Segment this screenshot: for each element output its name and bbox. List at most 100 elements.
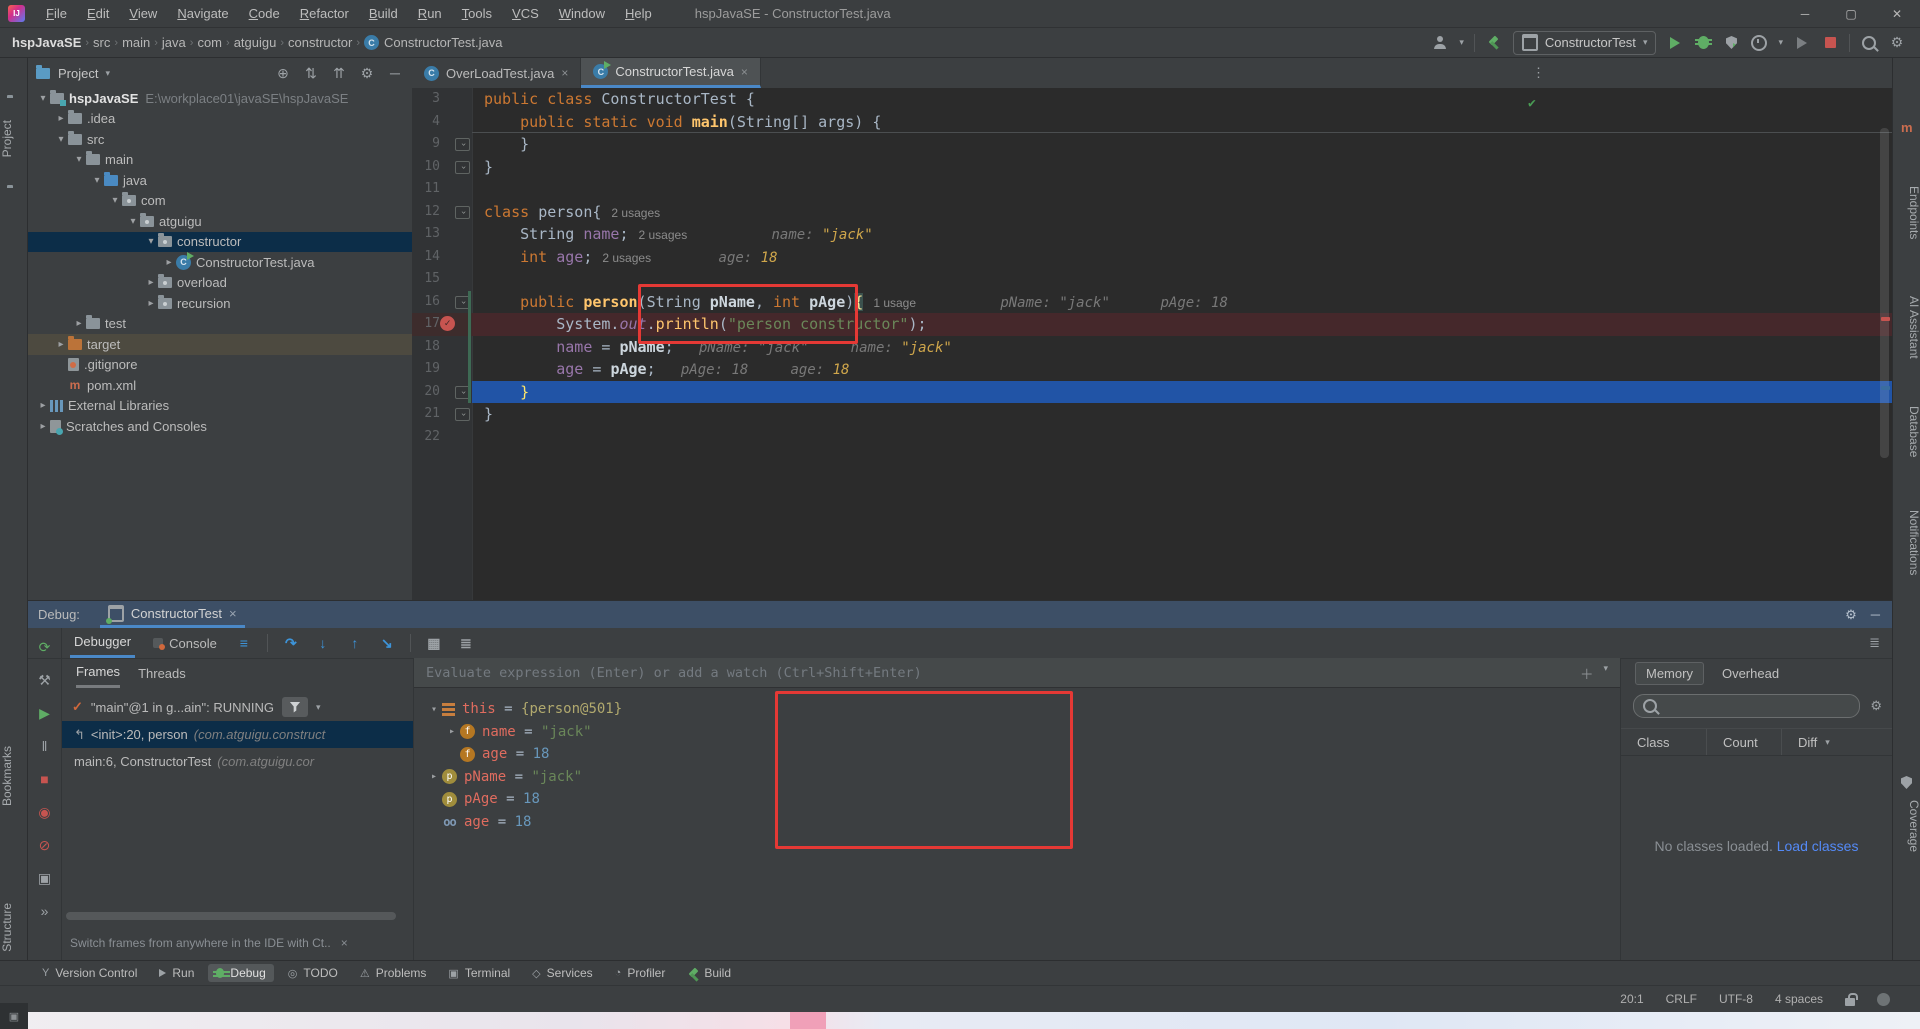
tree-item-external-libraries[interactable]: ▸External Libraries — [28, 396, 412, 417]
toolwindow-button-profiler[interactable]: ◔Profiler — [607, 964, 674, 982]
add-watch-icon[interactable]: ＋ — [1580, 663, 1594, 683]
chevron-closed-icon[interactable]: ▸ — [144, 298, 158, 309]
chevron-open-icon[interactable]: ▾ — [108, 195, 122, 206]
user-dropdown-icon[interactable]: ▾ — [1459, 37, 1464, 48]
menu-build[interactable]: Build — [360, 3, 407, 24]
gutter-cell[interactable]: 4 — [412, 111, 472, 134]
chevron-closed-icon[interactable]: ▸ — [444, 726, 460, 737]
memory-settings-gear-icon[interactable]: ⚙ — [1870, 698, 1882, 714]
evaluate-expression-icon[interactable]: ▦ — [425, 634, 443, 652]
chevron-closed-icon[interactable]: ▸ — [144, 277, 158, 288]
run-configuration-select[interactable]: ConstructorTest ▾ — [1513, 31, 1657, 55]
settings-icon[interactable]: ⚙ — [358, 64, 376, 82]
thread-dropdown-icon[interactable]: ▾ — [316, 702, 321, 713]
tree-item-test[interactable]: ▸test — [28, 314, 412, 335]
gutter-cell[interactable]: 18 — [412, 336, 472, 359]
breadcrumb-item[interactable]: constructor — [288, 35, 352, 50]
code-line-11[interactable]: 11 — [412, 178, 1892, 201]
rerun-button-disabled[interactable] — [1793, 34, 1811, 52]
tree-item-main[interactable]: ▾main — [28, 150, 412, 171]
breadcrumb-item[interactable]: main — [122, 35, 150, 50]
tree-item-pom-xml[interactable]: mpom.xml — [28, 375, 412, 396]
gutter-cell[interactable]: 13 — [412, 223, 472, 246]
tree-item-src[interactable]: ▾src — [28, 129, 412, 150]
menu-edit[interactable]: Edit — [78, 3, 118, 24]
debug-settings-gear-icon[interactable]: ⚙ — [1845, 607, 1857, 623]
fold-marker-icon[interactable]: › — [455, 161, 470, 174]
status-segment[interactable]: CRLF — [1666, 992, 1697, 1006]
fold-marker-icon[interactable]: › — [455, 138, 470, 151]
menu-file[interactable]: File — [37, 3, 76, 24]
code-line-16[interactable]: 16› public person(String pName, int pAge… — [412, 291, 1892, 314]
debugger-settings-icon[interactable]: ⚒ — [36, 671, 54, 689]
search-everywhere-icon[interactable] — [1860, 34, 1878, 52]
step-over-icon[interactable]: ↷ — [282, 634, 300, 652]
code-line-22[interactable]: 22 — [412, 426, 1892, 449]
breadcrumb-item[interactable]: CConstructorTest.java — [364, 35, 503, 50]
tree-item-target[interactable]: ▸target — [28, 334, 412, 355]
chevron-open-icon[interactable]: ▾ — [72, 154, 86, 165]
code-line-21[interactable]: 21›} — [412, 403, 1892, 426]
gutter-cell[interactable]: 21› — [412, 403, 472, 426]
expand-all-icon[interactable]: ⇅ — [302, 64, 320, 82]
gutter-cell[interactable]: 12› — [412, 201, 472, 224]
evaluate-dropdown-icon[interactable]: ▾ — [1603, 663, 1608, 683]
chevron-closed-icon[interactable]: ▸ — [36, 421, 50, 432]
pause-icon[interactable]: ‖ — [36, 737, 54, 755]
stripe-item-notifications[interactable]: Notifications — [1893, 510, 1920, 575]
frame-row[interactable]: main:6, ConstructorTest (com.atguigu.cor — [62, 748, 413, 775]
menu-tools[interactable]: Tools — [453, 3, 501, 24]
menu-vcs[interactable]: VCS — [503, 3, 548, 24]
run-to-cursor-icon[interactable]: ↘ — [378, 634, 396, 652]
hide-debug-panel-icon[interactable]: ─ — [1871, 607, 1880, 623]
locate-icon[interactable]: ⊕ — [274, 64, 292, 82]
show-execution-point-icon[interactable]: ≡ — [235, 634, 253, 652]
toolwindow-button-problems[interactable]: ⚠Problems — [352, 964, 435, 982]
project-view-title[interactable]: Project — [58, 66, 98, 81]
frame-row[interactable]: ↰<init>:20, person (com.atguigu.construc… — [62, 721, 413, 748]
lock-icon[interactable] — [1845, 998, 1855, 1006]
toolwindow-button-services[interactable]: ◇Services — [524, 964, 600, 982]
menu-run[interactable]: Run — [409, 3, 451, 24]
tree-item--idea[interactable]: ▸.idea — [28, 109, 412, 130]
tab-threads[interactable]: Threads — [138, 658, 186, 688]
variable-row-age[interactable]: ooage = 18 — [414, 811, 1620, 834]
tree-item--gitignore[interactable]: .gitignore — [28, 355, 412, 376]
code-line-14[interactable]: 14 int age; 2 usages age: 18 — [412, 246, 1892, 269]
menu-window[interactable]: Window — [550, 3, 614, 24]
stripe-item-endpoints[interactable]: Endpoints — [1893, 186, 1920, 239]
resume-icon[interactable]: ▶ — [36, 704, 54, 722]
close-tab-icon[interactable]: × — [561, 66, 568, 80]
variable-row-pAge[interactable]: ppAge = 18 — [414, 788, 1620, 811]
trace-settings-icon[interactable]: ≣ — [457, 634, 475, 652]
chevron-open-icon[interactable]: ▾ — [36, 93, 50, 104]
gutter-cell[interactable]: 15 — [412, 268, 472, 291]
minimize-icon[interactable]: ─ — [1782, 0, 1828, 27]
step-out-icon[interactable]: ↑ — [346, 634, 364, 652]
step-into-icon[interactable]: ↓ — [314, 634, 332, 652]
filter-frames-button[interactable] — [282, 697, 308, 717]
gutter-cell[interactable]: 3 — [412, 88, 472, 111]
toolwindow-button-run[interactable]: Run — [151, 964, 202, 982]
stripe-item-project[interactable]: Project — [0, 120, 28, 157]
tree-item-java[interactable]: ▾java — [28, 170, 412, 191]
chevron-closed-icon[interactable]: ▸ — [36, 400, 50, 411]
breadcrumb-item[interactable]: com — [197, 35, 222, 50]
code-line-15[interactable]: 15 — [412, 268, 1892, 291]
tool-window-switcher-icon[interactable]: ▣ — [0, 1003, 28, 1029]
chevron-open-icon[interactable]: ▾ — [426, 704, 442, 715]
gutter-cell[interactable]: 22 — [412, 426, 472, 449]
menu-code[interactable]: Code — [240, 3, 289, 24]
close-session-icon[interactable]: × — [229, 606, 237, 621]
variable-row-name[interactable]: ▸fname = "jack" — [414, 721, 1620, 744]
chevron-closed-icon[interactable]: ▸ — [72, 318, 86, 329]
breakpoint-icon[interactable]: ✓ — [440, 316, 455, 331]
tab-console[interactable]: Console — [149, 628, 221, 658]
project-view-dropdown-icon[interactable]: ▾ — [105, 68, 110, 79]
code-line-12[interactable]: 12›class person{ 2 usages — [412, 201, 1892, 224]
code-line-20[interactable]: 20› } — [412, 381, 1892, 404]
thread-selector[interactable]: ✓ "main"@1 in g...ain": RUNNING ▾ — [62, 693, 413, 721]
mute-breakpoints-icon[interactable]: ⊘ — [36, 836, 54, 854]
tree-item-scratches-and-consoles[interactable]: ▸Scratches and Consoles — [28, 416, 412, 437]
column-diff[interactable]: Diff▾ — [1781, 729, 1892, 755]
